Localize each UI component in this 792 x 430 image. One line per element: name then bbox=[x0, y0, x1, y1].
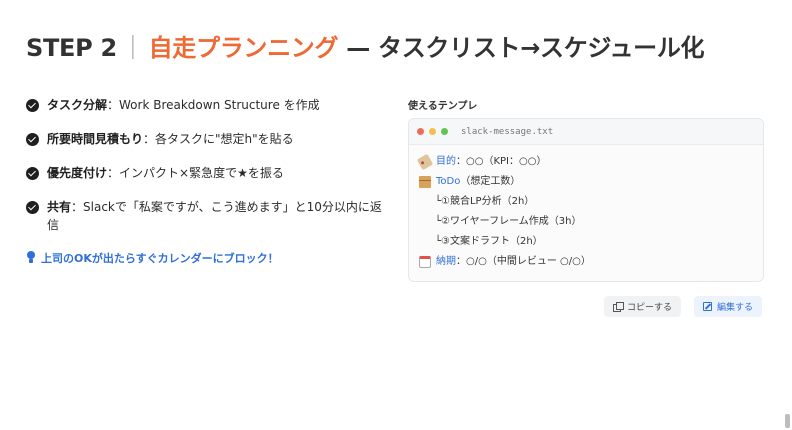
tip-note: 上司のOKが出たらすぐカレンダーにブロック！ bbox=[26, 250, 386, 266]
list-item-text: タスク分解：Work Breakdown Structure を作成 bbox=[47, 96, 320, 114]
step-list: タスク分解：Work Breakdown Structure を作成 所要時間見… bbox=[26, 96, 386, 266]
list-item-desc: ：Slackで「私案ですが、こう進めます」と10分以内に返信 bbox=[47, 200, 382, 232]
tip-text: 上司のOKが出たらすぐカレンダーにブロック！ bbox=[41, 252, 279, 265]
list-item-text: 優先度付け：インパクト×緊急度で★を振る bbox=[47, 164, 284, 182]
copy-button-label: コピーする bbox=[627, 303, 673, 313]
goal-key: 目的 bbox=[436, 156, 456, 167]
title-rest: — タスクリスト→スケジュール化 bbox=[338, 34, 705, 62]
copy-icon bbox=[613, 302, 624, 312]
template-label: 使えるテンプレ bbox=[408, 101, 478, 112]
window-maximize-dot-icon bbox=[441, 128, 448, 135]
check-circle-icon bbox=[26, 133, 39, 146]
list-item-label: 優先度付け bbox=[47, 166, 108, 180]
edit-icon bbox=[703, 302, 712, 311]
list-item-label: 所要時間見積もり bbox=[47, 132, 144, 146]
edit-button-label: 編集する bbox=[717, 303, 754, 313]
list-item-desc: ：インパクト×緊急度で★を振る bbox=[107, 166, 284, 180]
template-filename: slack-message.txt bbox=[461, 126, 554, 137]
list-item-text: 所要時間見積もり：各タスクに"想定h"を貼る bbox=[47, 130, 294, 148]
check-circle-icon bbox=[26, 99, 39, 112]
edit-button[interactable]: 編集する bbox=[694, 296, 763, 317]
template-card: slack-message.txt 目的 ：○○（KPI：○○） ToDo （想… bbox=[408, 118, 764, 282]
check-circle-icon bbox=[26, 201, 39, 214]
todo-item: └③文案ドラフト（2h） bbox=[435, 236, 543, 247]
page-title: STEP 2 ｜自走プランニング — タスクリスト→スケジュール化 bbox=[26, 28, 705, 63]
template-content: 目的 ：○○（KPI：○○） ToDo （想定工数） └①競合LP分析（2h） … bbox=[409, 145, 763, 279]
list-item: タスク分解：Work Breakdown Structure を作成 bbox=[26, 96, 386, 114]
due-value: ：○/○（中間レビュー ○/○） bbox=[456, 256, 591, 267]
package-icon bbox=[419, 176, 431, 188]
lightbulb-icon bbox=[26, 251, 36, 265]
due-key: 納期 bbox=[436, 256, 456, 267]
list-item-label: タスク分解 bbox=[47, 98, 108, 112]
list-item: 共有：Slackで「私案ですが、こう進めます」と10分以内に返信 bbox=[26, 198, 386, 234]
todo-value: （想定工数） bbox=[460, 176, 521, 187]
label-tag-icon bbox=[416, 153, 434, 171]
check-circle-icon bbox=[26, 167, 39, 180]
list-item-desc: ：Work Breakdown Structure を作成 bbox=[107, 98, 320, 112]
todo-item: └②ワイヤーフレーム作成（3h） bbox=[435, 216, 582, 227]
template-line-goal: 目的 ：○○（KPI：○○） bbox=[416, 152, 753, 172]
window-minimize-dot-icon bbox=[429, 128, 436, 135]
list-item-label: 共有 bbox=[47, 200, 72, 214]
list-item-text: 共有：Slackで「私案ですが、こう進めます」と10分以内に返信 bbox=[47, 198, 386, 234]
list-item-desc: ：各タスクに"想定h"を貼る bbox=[143, 132, 294, 146]
goal-value: ：○○（KPI：○○） bbox=[456, 156, 547, 167]
todo-key: ToDo bbox=[436, 176, 461, 187]
scrollbar-thumb[interactable] bbox=[785, 414, 790, 428]
copy-button[interactable]: コピーする bbox=[604, 296, 682, 317]
title-accent: 自走プランニング bbox=[148, 34, 339, 62]
step-label: STEP 2 bbox=[26, 34, 117, 62]
list-item: 所要時間見積もり：各タスクに"想定h"を貼る bbox=[26, 130, 386, 148]
template-line-due: 納期 ：○/○（中間レビュー ○/○） bbox=[419, 252, 753, 272]
todo-item: └①競合LP分析（2h） bbox=[435, 196, 535, 207]
template-card-header: slack-message.txt bbox=[409, 119, 763, 145]
calendar-icon bbox=[419, 256, 431, 268]
window-close-dot-icon bbox=[417, 128, 424, 135]
template-line-todo: ToDo （想定工数） bbox=[419, 172, 753, 192]
list-item: 優先度付け：インパクト×緊急度で★を振る bbox=[26, 164, 386, 182]
title-separator: ｜ bbox=[120, 34, 145, 62]
